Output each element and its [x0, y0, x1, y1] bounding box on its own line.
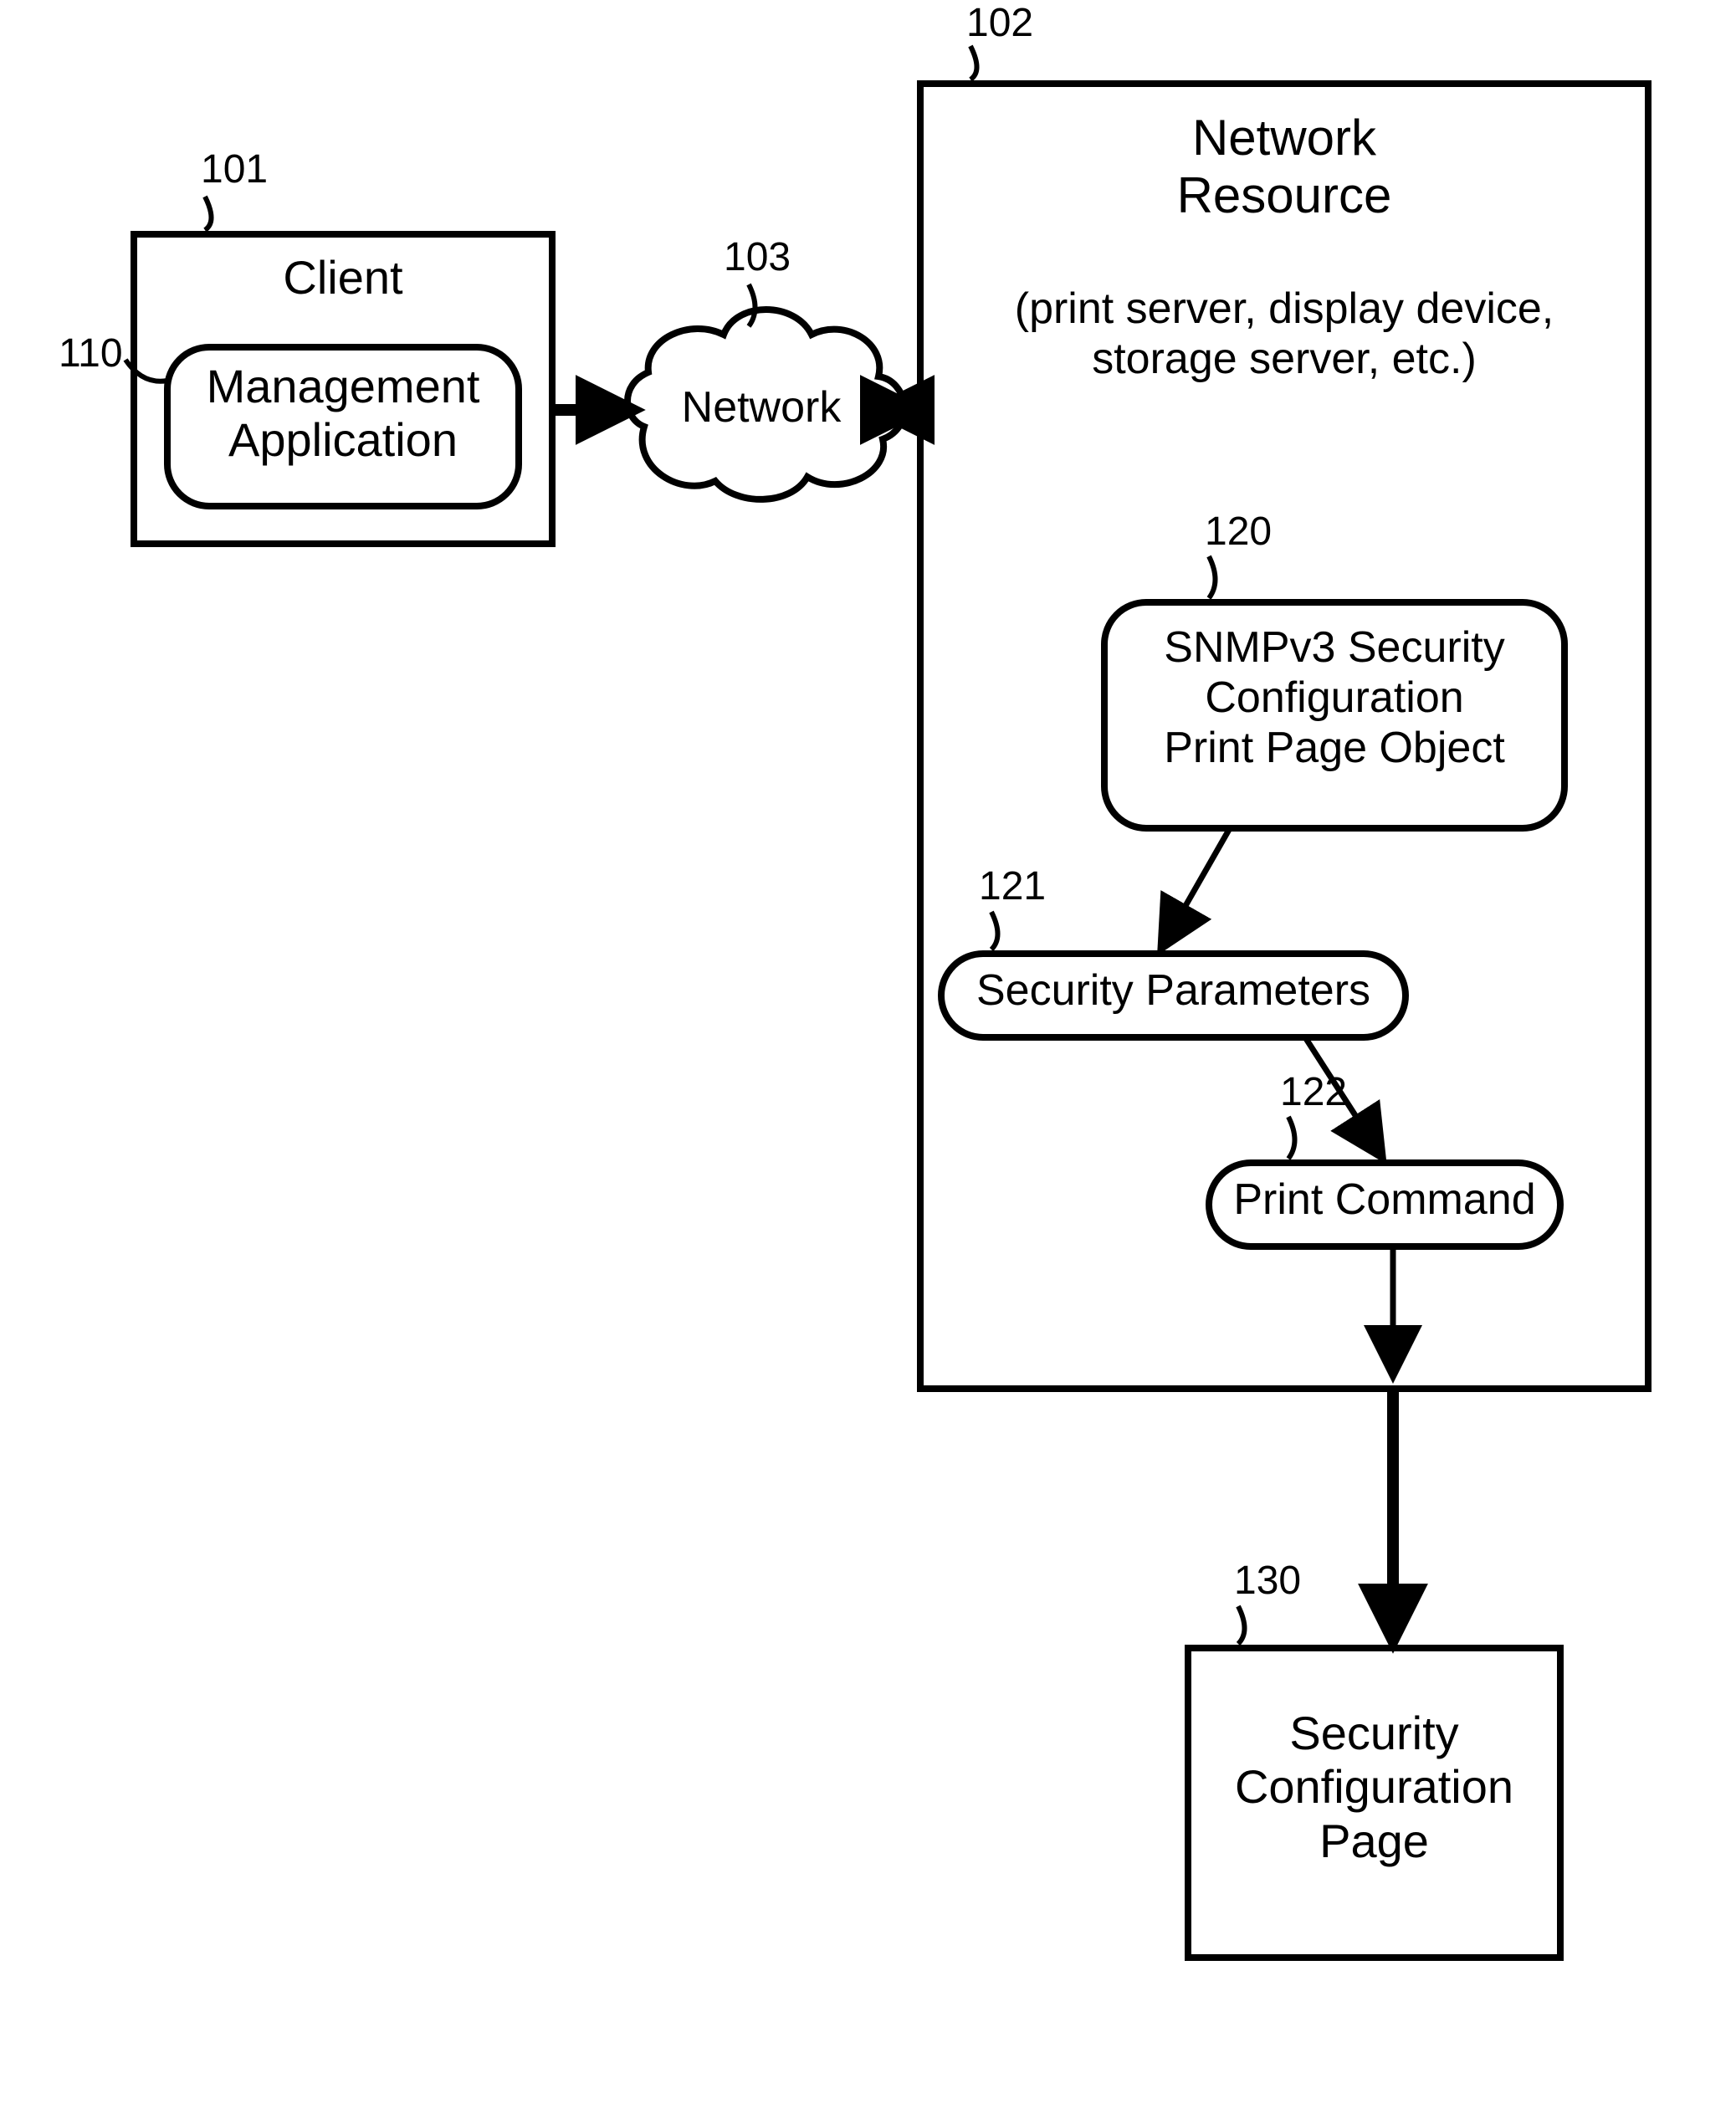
diagram-canvas: 101 110 103 102 120 121 122 130 Client M… [0, 0, 1736, 2114]
resource-title: Network Resource [920, 109, 1648, 224]
ref-102: 102 [966, 0, 1033, 46]
secpage-line1: Security [1188, 1707, 1560, 1760]
ref-130: 130 [1234, 1558, 1301, 1604]
print-command-node: Print Command [1209, 1175, 1560, 1226]
snmp-line1: SNMPv3 Security [1104, 623, 1564, 673]
ref-121: 121 [979, 863, 1046, 909]
resource-sub-line2: storage server, etc.) [920, 335, 1648, 385]
mgmt-line2: Application [167, 413, 519, 467]
ref-103: 103 [724, 234, 791, 280]
ref-101: 101 [201, 146, 268, 192]
ref-110: 110 [59, 330, 123, 376]
snmp-line3: Print Page Object [1104, 724, 1564, 774]
resource-sub-line1: (print server, display device, [920, 284, 1648, 335]
network-node: Network [644, 383, 878, 433]
ref-122: 122 [1280, 1069, 1347, 1115]
secpage-line3: Page [1188, 1815, 1560, 1868]
mgmt-line1: Management [167, 360, 519, 413]
resource-subtitle: (print server, display device, storage s… [920, 284, 1648, 385]
resource-title-line2: Resource [920, 166, 1648, 224]
ref-120: 120 [1205, 509, 1272, 555]
security-params-node: Security Parameters [941, 966, 1406, 1016]
secpage-line2: Configuration [1188, 1760, 1560, 1814]
security-config-page-node: Security Configuration Page [1188, 1707, 1560, 1868]
resource-title-line1: Network [920, 109, 1648, 166]
mgmt-app-node: Management Application [167, 360, 519, 468]
client-title: Client [134, 251, 552, 305]
snmp-node: SNMPv3 Security Configuration Print Page… [1104, 623, 1564, 773]
snmp-line2: Configuration [1104, 673, 1564, 724]
